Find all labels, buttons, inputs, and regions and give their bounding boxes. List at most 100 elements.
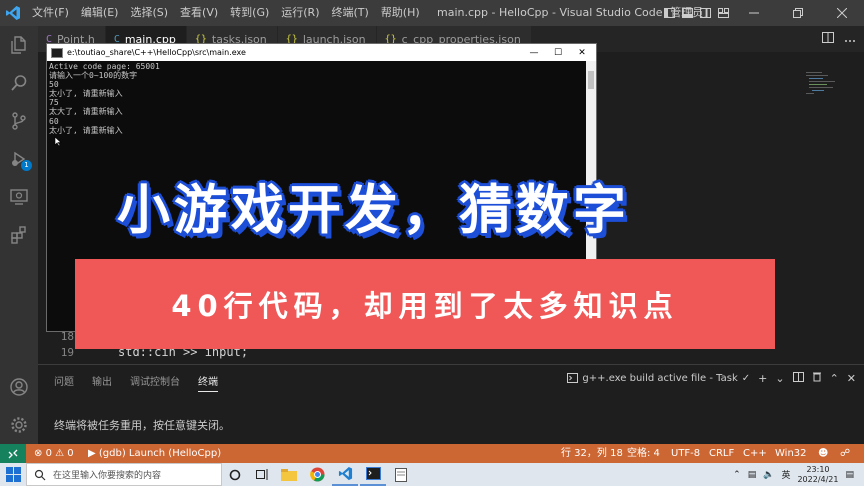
volume-icon[interactable]: 🔈 — [763, 470, 774, 480]
warning-icon: ⚠ — [55, 448, 65, 459]
menu-edit[interactable]: 编辑(E) — [75, 0, 125, 26]
ime-indicator[interactable]: 英 — [781, 468, 790, 481]
customize-layout-icon[interactable] — [714, 0, 732, 26]
editor-actions — [822, 26, 856, 52]
chevron-down-icon[interactable]: ⌄ — [775, 372, 784, 385]
extensions-icon[interactable] — [0, 216, 38, 254]
settings-gear-icon[interactable] — [0, 406, 38, 444]
console-app-icon — [51, 47, 63, 58]
status-bar: ⊗ 0 ⚠ 0 ▶ (gdb) Launch (HelloCpp) 行 32，列… — [0, 444, 864, 463]
editor-scrollbar[interactable] — [852, 72, 864, 362]
windows-start-icon[interactable] — [6, 467, 21, 482]
error-icon: ⊗ — [34, 448, 43, 459]
cursor-position[interactable]: 行 32，列 18 — [561, 444, 623, 463]
debug-launch-item[interactable]: ▶ (gdb) Launch (HelloCpp) — [88, 444, 221, 463]
mouse-cursor-icon — [54, 136, 62, 147]
encoding[interactable]: UTF-8 — [671, 444, 700, 463]
console-taskbar-icon[interactable] — [360, 463, 386, 486]
language-mode[interactable]: C++ — [743, 444, 767, 463]
minimap[interactable] — [800, 70, 850, 110]
tab-debug-console[interactable]: 调试控制台 — [130, 373, 180, 392]
debug-launch-label: (gdb) Launch (HelloCpp) — [98, 448, 222, 459]
remote-explorer-icon[interactable] — [0, 178, 38, 216]
source-control-icon[interactable] — [0, 102, 38, 140]
tab-problems[interactable]: 问题 — [54, 373, 74, 392]
activity-bar: 1 — [0, 26, 38, 444]
console-line: 60 — [49, 116, 59, 126]
task-view-icon[interactable] — [249, 463, 275, 486]
file-explorer-icon[interactable] — [276, 463, 302, 486]
end-of-line[interactable]: CRLF — [709, 444, 734, 463]
bottom-panel: 问题 输出 调试控制台 终端 g++.exe build active file… — [38, 364, 864, 444]
restore-button[interactable] — [776, 0, 820, 26]
console-line: 太小了, 请重新输入 — [49, 125, 123, 135]
split-editor-icon[interactable] — [822, 32, 834, 46]
overlay-headline: 小游戏开发，猜数字 — [117, 180, 630, 241]
terminal-icon — [567, 373, 579, 383]
run-debug-icon[interactable]: 1 — [0, 140, 38, 178]
more-actions-icon[interactable] — [844, 33, 856, 46]
title-bar-controls — [660, 0, 864, 26]
menu-go[interactable]: 转到(G) — [224, 0, 275, 26]
debug-icon: ▶ — [88, 448, 96, 459]
tab-output[interactable]: 输出 — [92, 373, 112, 392]
vscode-screen: 文件(F) 编辑(E) 选择(S) 查看(V) 转到(G) 运行(R) 终端(T… — [0, 0, 864, 486]
terminal-select-label: g++.exe build active file - Task — [582, 372, 738, 384]
search-icon[interactable] — [0, 64, 38, 102]
toggle-sidebar-icon[interactable] — [660, 0, 678, 26]
menu-terminal[interactable]: 终端(T) — [326, 0, 375, 26]
network-icon[interactable]: ▤ — [748, 470, 757, 480]
chevron-up-icon[interactable]: ⌃ — [733, 470, 741, 480]
notepad-icon[interactable] — [388, 463, 414, 486]
menu-help[interactable]: 帮助(H) — [375, 0, 426, 26]
remote-indicator[interactable] — [0, 444, 26, 463]
console-maximize-button[interactable]: ☐ — [546, 44, 570, 61]
close-panel-icon[interactable]: ✕ — [847, 372, 856, 385]
cortana-icon[interactable] — [222, 463, 248, 486]
title-bar: 文件(F) 编辑(E) 选择(S) 查看(V) 转到(G) 运行(R) 终端(T… — [0, 0, 864, 26]
account-icon[interactable] — [0, 368, 38, 406]
console-close-button[interactable]: ✕ — [570, 44, 594, 61]
trash-icon[interactable] — [812, 371, 822, 385]
minimize-button[interactable] — [732, 0, 776, 26]
terminal-select[interactable]: g++.exe build active file - Task ✓ — [567, 373, 750, 384]
chrome-icon[interactable] — [304, 463, 330, 486]
tab-terminal[interactable]: 终端 — [198, 373, 218, 392]
explorer-icon[interactable] — [0, 26, 38, 64]
console-minimize-button[interactable]: — — [522, 44, 546, 61]
taskbar-search-placeholder: 在这里输入你要搜索的内容 — [53, 471, 162, 481]
console-title: e:\toutiao_share\C++\HelloCpp\src\main.e… — [67, 48, 246, 57]
notifications-bell-icon[interactable]: ☍ — [840, 444, 850, 463]
line-number: 19 — [60, 346, 74, 359]
system-tray: ⌃ ▤ 🔈 英 23:10 2022/4/21 ▤ — [733, 463, 854, 486]
menu-file[interactable]: 文件(F) — [26, 0, 75, 26]
console-line: 75 — [49, 98, 59, 108]
taskbar-search-input[interactable]: 在这里输入你要搜索的内容 — [26, 463, 222, 486]
platform[interactable]: Win32 — [775, 444, 807, 463]
chevron-up-icon[interactable]: ⌃ — [830, 372, 839, 385]
notification-center-icon[interactable]: ▤ — [845, 470, 854, 480]
clock[interactable]: 23:10 2022/4/21 — [797, 465, 838, 485]
warning-count: 0 — [67, 448, 74, 459]
panel-tabs: 问题 输出 调试控制台 终端 — [54, 373, 218, 392]
indentation[interactable]: 空格: 4 — [627, 444, 660, 463]
close-button[interactable] — [820, 0, 864, 26]
new-terminal-icon[interactable]: + — [758, 372, 767, 385]
toggle-secondary-sidebar-icon[interactable] — [696, 0, 714, 26]
clock-date: 2022/4/21 — [797, 474, 839, 484]
console-scroll-thumb[interactable] — [588, 71, 594, 89]
debug-badge: 1 — [21, 160, 32, 171]
menu-run[interactable]: 运行(R) — [275, 0, 325, 26]
problems-indicator[interactable]: ⊗ 0 ⚠ 0 — [34, 444, 74, 463]
split-terminal-icon[interactable] — [792, 371, 804, 385]
toggle-panel-icon[interactable] — [678, 0, 696, 26]
console-line: 请输入一个0~100的数字 — [49, 71, 138, 81]
console-line: 太小了, 请重新输入 — [49, 89, 123, 99]
vscode-taskbar-icon[interactable] — [332, 463, 358, 486]
menu-bar: 文件(F) 编辑(E) 选择(S) 查看(V) 转到(G) 运行(R) 终端(T… — [26, 0, 426, 26]
error-count: 0 — [45, 448, 52, 459]
feedback-icon[interactable]: ☻ — [818, 444, 828, 463]
menu-selection[interactable]: 选择(S) — [124, 0, 174, 26]
menu-view[interactable]: 查看(V) — [174, 0, 224, 26]
search-icon — [34, 469, 46, 480]
